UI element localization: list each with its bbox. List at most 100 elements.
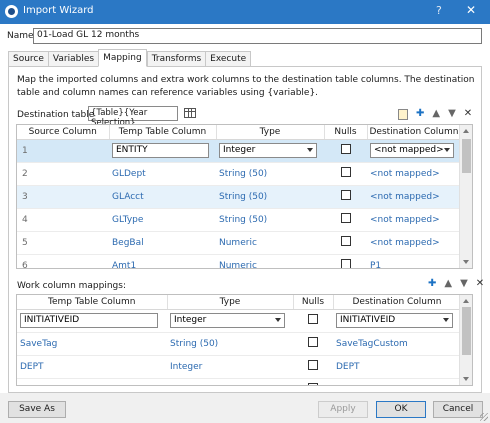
temp-column-cell: GLType bbox=[109, 208, 216, 232]
nulls-checkbox[interactable] bbox=[340, 190, 351, 200]
nulls-checkbox[interactable] bbox=[308, 337, 318, 347]
mapping-description: Map the imported columns and extra work … bbox=[17, 75, 475, 98]
column-header-temp[interactable]: Temp Table Column bbox=[17, 295, 168, 310]
table-row[interactable]: 4 GLType String (50) <not mapped> bbox=[17, 208, 461, 232]
table-row[interactable]: SaveTag String (50) SaveTagCustom bbox=[17, 332, 461, 356]
source-cell: 4 bbox=[17, 208, 109, 232]
tab-bar: Source Variables Mapping Transforms Exec… bbox=[8, 49, 252, 67]
nulls-checkbox[interactable] bbox=[308, 314, 318, 324]
destination-cell: <not mapped> bbox=[367, 231, 461, 255]
table-row[interactable]: DEPT Integer DEPT bbox=[17, 355, 461, 379]
scroll-down-icon[interactable] bbox=[463, 260, 469, 264]
tab-transforms[interactable]: Transforms bbox=[146, 51, 206, 67]
cancel-button[interactable]: Cancel bbox=[433, 401, 483, 418]
column-header-destination[interactable]: Destination Column bbox=[333, 295, 462, 310]
destination-cell: P1 bbox=[367, 254, 461, 268]
destination-select[interactable]: INITIATIVEID bbox=[336, 313, 454, 328]
move-up-icon[interactable]: ▲ bbox=[432, 108, 440, 120]
mapping-grid-scrollbar[interactable] bbox=[459, 125, 472, 268]
work-columns-label: Work column mappings: bbox=[17, 281, 126, 291]
nulls-checkbox[interactable] bbox=[308, 360, 318, 370]
type-cell: Integer bbox=[167, 355, 293, 379]
name-input[interactable]: 01-Load GL 12 months bbox=[33, 28, 482, 44]
new-column-icon[interactable] bbox=[398, 108, 408, 120]
destination-cell: <not mapped> bbox=[367, 185, 461, 209]
work-columns-toolbar: ✚ ▲ ▼ ✕ bbox=[424, 278, 488, 290]
resize-grip-icon[interactable] bbox=[480, 413, 488, 421]
column-header-type[interactable]: Type bbox=[216, 125, 325, 140]
destination-select[interactable]: <not mapped> bbox=[370, 143, 455, 158]
scroll-down-icon[interactable] bbox=[463, 377, 469, 381]
table-row[interactable]: 6 Amt1 Numeric P1 bbox=[17, 254, 461, 268]
move-down-icon[interactable]: ▼ bbox=[448, 108, 456, 120]
ok-button[interactable]: OK bbox=[376, 401, 426, 418]
apply-button[interactable]: Apply bbox=[318, 401, 368, 418]
table-row[interactable]: 2 GLDept String (50) <not mapped> bbox=[17, 162, 461, 186]
tab-source[interactable]: Source bbox=[8, 51, 48, 67]
destination-table-input[interactable]: {Table}{Year Selection} bbox=[88, 106, 178, 128]
temp-column-cell: Amt1 bbox=[109, 254, 216, 268]
type-select-value: Integer bbox=[223, 145, 256, 155]
temp-column-cell: BegBal bbox=[109, 231, 216, 255]
nulls-checkbox[interactable] bbox=[340, 259, 351, 268]
table-row[interactable]: 1 ENTITY Integer <not mapped> bbox=[17, 139, 461, 163]
temp-column-cell: DEPT bbox=[17, 355, 167, 379]
tab-execute[interactable]: Execute bbox=[205, 51, 252, 67]
type-cell: String (50) bbox=[216, 185, 324, 209]
type-cell: String (50) bbox=[216, 162, 324, 186]
column-header-nulls[interactable]: Nulls bbox=[324, 125, 368, 140]
scroll-up-icon[interactable] bbox=[463, 129, 469, 133]
nulls-checkbox[interactable] bbox=[308, 383, 318, 385]
source-cell: 1 bbox=[17, 139, 109, 163]
move-up-icon[interactable]: ▲ bbox=[444, 278, 452, 290]
name-label: Name bbox=[7, 31, 34, 41]
app-icon bbox=[5, 5, 18, 18]
temp-column-cell: GLAcct bbox=[109, 185, 216, 209]
nulls-checkbox[interactable] bbox=[340, 167, 351, 177]
temp-column-cell: SaveTag bbox=[17, 332, 167, 356]
add-icon[interactable]: ✚ bbox=[416, 108, 424, 120]
table-row[interactable]: INITIATIVEID Integer INITIATIVEID bbox=[17, 309, 461, 333]
save-as-button[interactable]: Save As bbox=[8, 401, 66, 418]
dialog-footer: Save As Apply OK Cancel bbox=[0, 393, 490, 423]
chevron-down-icon bbox=[444, 148, 451, 152]
table-row[interactable]: 3 GLAcct String (50) <not mapped> bbox=[17, 185, 461, 209]
help-icon[interactable]: ? bbox=[436, 4, 442, 17]
column-header-temp[interactable]: Temp Table Column bbox=[109, 125, 217, 140]
destination-cell: SaveTagCustom bbox=[333, 332, 461, 356]
nulls-checkbox[interactable] bbox=[340, 213, 351, 223]
delete-icon[interactable]: ✕ bbox=[464, 108, 472, 120]
type-select[interactable]: Integer bbox=[170, 313, 286, 328]
tab-mapping[interactable]: Mapping bbox=[98, 49, 147, 67]
column-header-source[interactable]: Source Column bbox=[17, 125, 110, 140]
column-header-destination[interactable]: Destination Column bbox=[367, 125, 462, 140]
work-columns-header-row: Temp Table Column Type Nulls Destination… bbox=[17, 295, 462, 310]
scroll-thumb[interactable] bbox=[462, 139, 471, 173]
add-icon[interactable]: ✚ bbox=[428, 278, 436, 290]
delete-icon[interactable]: ✕ bbox=[476, 278, 484, 290]
scroll-thumb[interactable] bbox=[462, 307, 471, 355]
table-picker-icon[interactable] bbox=[184, 108, 196, 118]
chevron-down-icon bbox=[306, 148, 313, 152]
tab-variables[interactable]: Variables bbox=[47, 51, 99, 67]
column-header-type[interactable]: Type bbox=[167, 295, 294, 310]
column-header-nulls[interactable]: Nulls bbox=[293, 295, 334, 310]
title-bar: Import Wizard ? ✕ bbox=[0, 0, 490, 24]
close-icon[interactable]: ✕ bbox=[466, 3, 476, 17]
destination-cell: DEPT bbox=[333, 355, 461, 379]
work-columns-grid: Temp Table Column Type Nulls Destination… bbox=[16, 294, 473, 386]
source-cell: 2 bbox=[17, 162, 109, 186]
temp-column-input[interactable]: ENTITY bbox=[112, 143, 209, 158]
mapping-grid: Source Column Temp Table Column Type Nul… bbox=[16, 124, 473, 269]
type-cell: String (50) bbox=[216, 208, 324, 232]
table-row[interactable]: 5 BegBal Numeric <not mapped> bbox=[17, 231, 461, 255]
table-row[interactable]: ACCT Integer ACCT bbox=[17, 378, 461, 385]
work-columns-scrollbar[interactable] bbox=[459, 295, 472, 385]
nulls-checkbox[interactable] bbox=[340, 144, 351, 154]
nulls-checkbox[interactable] bbox=[340, 236, 351, 246]
destination-cell: <not mapped> bbox=[367, 162, 461, 186]
type-select[interactable]: Integer bbox=[219, 143, 317, 158]
move-down-icon[interactable]: ▼ bbox=[460, 278, 468, 290]
temp-column-input[interactable]: INITIATIVEID bbox=[20, 313, 159, 328]
scroll-up-icon[interactable] bbox=[463, 299, 469, 303]
